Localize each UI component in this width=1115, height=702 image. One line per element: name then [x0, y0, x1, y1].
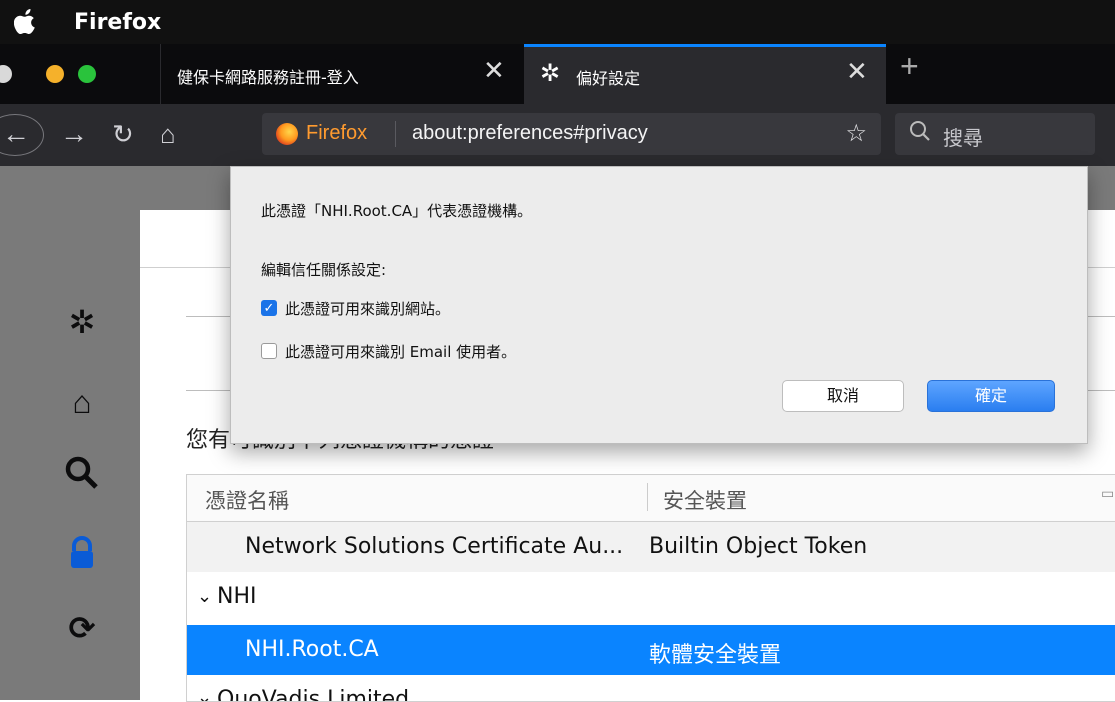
column-header-security-device[interactable]: 安全裝置: [663, 485, 747, 515]
trust-websites-checkbox[interactable]: ✓: [261, 300, 277, 316]
close-tab-icon[interactable]: ✕: [483, 56, 505, 86]
nav-toolbar: ← → ↻ ⌂ Firefox about:preferences#privac…: [0, 104, 1115, 166]
group-name: NHI: [217, 584, 257, 609]
search-icon: [910, 121, 930, 141]
sidebar-sync-icon[interactable]: ⟳: [64, 610, 100, 646]
trust-email-label[interactable]: 此憑證可用來識別 Email 使用者。: [285, 341, 516, 362]
table-row-selected[interactable]: NHI.Root.CA 軟體安全裝置: [187, 625, 1115, 675]
cert-device: 軟體安全裝置: [649, 643, 782, 668]
url-text[interactable]: about:preferences#privacy: [412, 122, 648, 145]
forward-button[interactable]: →: [60, 116, 88, 152]
mac-menu-bar: Firefox: [0, 0, 1115, 44]
tab-label: 偏好設定: [576, 69, 641, 88]
column-header-cert-name[interactable]: 憑證名稱: [205, 485, 289, 515]
trust-heading: 編輯信任關係設定:: [261, 261, 387, 279]
new-tab-button[interactable]: +: [900, 48, 919, 85]
app-menu-firefox[interactable]: Firefox: [74, 10, 161, 35]
tab-preferences[interactable]: ✲ 偏好設定 ✕: [524, 44, 886, 104]
chevron-down-icon[interactable]: ⌄: [197, 586, 212, 607]
url-separator: [395, 121, 396, 147]
trust-email-checkbox[interactable]: [261, 343, 277, 359]
tab-nhi-login[interactable]: 健保卡網路服務註冊-登入 ✕: [160, 44, 525, 104]
minimize-window-button[interactable]: [46, 65, 64, 83]
dialog-message: 此憑證「NHI.Root.CA」代表憑證機構。: [261, 202, 533, 220]
gear-icon: ✲: [540, 59, 561, 87]
zoom-window-button[interactable]: [78, 65, 96, 83]
ok-button[interactable]: 確定: [927, 380, 1055, 412]
cancel-button[interactable]: 取消: [782, 380, 904, 412]
search-bar[interactable]: 搜尋: [895, 113, 1095, 155]
url-bar[interactable]: Firefox about:preferences#privacy ☆: [262, 113, 881, 155]
column-separator: [647, 483, 648, 511]
sidebar-search-icon[interactable]: [64, 455, 100, 491]
table-row[interactable]: Network Solutions Certificate Au... Buil…: [187, 522, 1115, 572]
column-picker-icon[interactable]: ▭: [1101, 485, 1114, 502]
tab-label: 健保卡網路服務註冊-登入: [177, 68, 359, 87]
identity-label[interactable]: Firefox: [306, 122, 367, 145]
trust-websites-label[interactable]: 此憑證可用來識別網站。: [285, 298, 450, 319]
tab-strip: 健保卡網路服務註冊-登入 ✕ ✲ 偏好設定 ✕ +: [0, 44, 1115, 104]
sidebar-general-gear-icon[interactable]: ✲: [64, 304, 100, 340]
bookmark-star-icon[interactable]: ☆: [845, 119, 867, 148]
reload-button[interactable]: ↻: [112, 116, 134, 152]
cert-name: NHI.Root.CA: [245, 637, 379, 662]
close-window-button[interactable]: [0, 65, 12, 83]
sidebar-home-icon[interactable]: ⌂: [64, 384, 100, 420]
sidebar-privacy-lock-icon[interactable]: [64, 535, 100, 571]
certificate-table: 憑證名稱 安全裝置 ▭ Network Solutions Certificat…: [186, 474, 1115, 702]
cert-device: Builtin Object Token: [649, 534, 868, 559]
apple-icon[interactable]: [14, 7, 38, 35]
back-arrow-icon: ←: [2, 118, 30, 149]
search-placeholder: 搜尋: [943, 126, 983, 150]
close-tab-icon[interactable]: ✕: [846, 57, 868, 87]
edit-ca-trust-dialog: 此憑證「NHI.Root.CA」代表憑證機構。 編輯信任關係設定: ✓ 此憑證可…: [230, 166, 1088, 444]
firefox-logo-icon: [276, 123, 298, 145]
table-header: 憑證名稱 安全裝置 ▭: [187, 475, 1115, 522]
table-row-group[interactable]: ⌄ NHI: [187, 572, 1115, 622]
cert-name: Network Solutions Certificate Au...: [245, 534, 624, 559]
home-button[interactable]: ⌂: [160, 116, 176, 152]
table-row-group[interactable]: ⌄ QuoVadis Limited: [187, 675, 1115, 701]
